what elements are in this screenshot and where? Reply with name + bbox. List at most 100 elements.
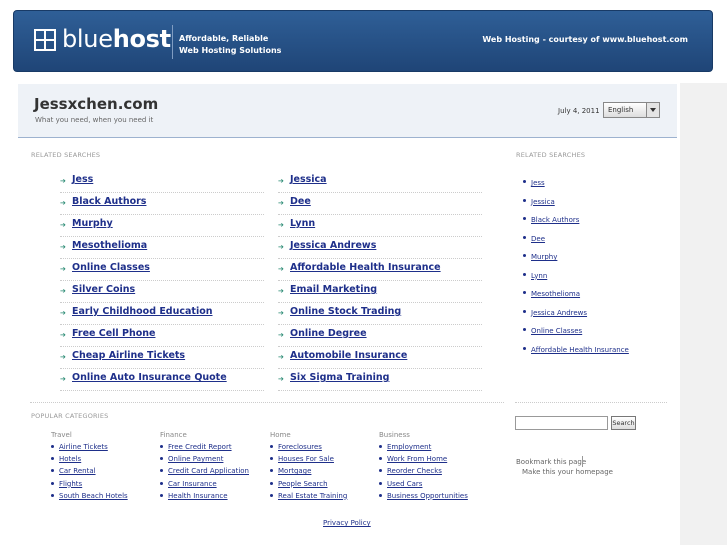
category-link-label: Airline Tickets <box>59 443 108 451</box>
related-search-link[interactable]: Early Childhood Education <box>72 306 213 317</box>
sidebar-related-label: Jessica <box>531 197 555 206</box>
search-input[interactable] <box>515 416 608 430</box>
related-search-item[interactable]: ➔ Mesothelioma <box>60 237 264 259</box>
category-link[interactable]: People Search <box>270 480 328 488</box>
related-search-link[interactable]: Jessica Andrews <box>290 240 376 251</box>
related-search-item[interactable]: ➔ Online Degree <box>278 325 482 347</box>
category-link[interactable]: Free Credit Report <box>160 443 232 451</box>
banner-courtesy-text[interactable]: Web Hosting - courtesy of www.bluehost.c… <box>482 35 688 44</box>
bluehost-banner[interactable]: bluehost Affordable, Reliable Web Hostin… <box>13 10 713 72</box>
category-link[interactable]: Work From Home <box>379 455 447 463</box>
sidebar-related-link[interactable]: Jess <box>523 179 545 187</box>
sidebar-related-link[interactable]: Lynn <box>523 272 547 280</box>
related-search-link[interactable]: Online Auto Insurance Quote <box>72 372 227 383</box>
related-search-item[interactable]: ➔ Dee <box>278 193 482 215</box>
related-search-item[interactable]: ➔ Black Authors <box>60 193 264 215</box>
arrow-icon: ➔ <box>60 265 66 273</box>
related-search-item[interactable]: ➔ Early Childhood Education <box>60 303 264 325</box>
bullet-icon <box>51 493 54 497</box>
related-search-link[interactable]: Dee <box>290 196 311 207</box>
category-link[interactable]: Flights <box>51 480 82 488</box>
sidebar-related-label: Murphy <box>531 253 558 261</box>
sidebar-related-link[interactable]: Jessica Andrews <box>523 309 587 317</box>
related-search-link[interactable]: Affordable Health Insurance <box>290 262 441 273</box>
tagline-line-2: Web Hosting Solutions <box>179 46 282 55</box>
category-link[interactable]: South Beach Hotels <box>51 492 128 500</box>
related-search-item[interactable]: ➔ Silver Coins <box>60 281 264 303</box>
related-search-link[interactable]: Free Cell Phone <box>72 328 155 339</box>
category-link-label: Health Insurance <box>168 491 228 500</box>
sidebar-related-link[interactable]: Mesothelioma <box>523 290 581 298</box>
sidebar-related-link[interactable]: Online Classes <box>523 327 582 335</box>
arrow-icon: ➔ <box>278 331 284 339</box>
category-heading: Home <box>270 431 291 439</box>
sidebar-related-label: Mesothelioma <box>531 290 581 298</box>
category-link[interactable]: Airline Tickets <box>51 443 108 451</box>
bullet-icon <box>51 457 54 461</box>
category-link[interactable]: Foreclosures <box>270 443 322 451</box>
related-search-link[interactable]: Murphy <box>72 218 113 229</box>
sidebar-related-link[interactable]: Jessica <box>523 197 555 206</box>
arrow-icon: ➔ <box>60 221 66 229</box>
related-search-link[interactable]: Six Sigma Training <box>290 372 389 383</box>
bullet-icon <box>379 493 382 497</box>
related-search-item[interactable]: ➔ Cheap Airline Tickets <box>60 347 264 369</box>
category-link-label: Foreclosures <box>278 443 322 451</box>
sidebar-related-link[interactable]: Black Authors <box>523 216 579 224</box>
related-search-link[interactable]: Jessica <box>290 174 327 185</box>
related-search-item[interactable]: ➔ Online Auto Insurance Quote <box>60 369 264 391</box>
sidebar-related-link[interactable]: Affordable Health Insurance <box>523 346 629 354</box>
language-select[interactable]: English <box>603 102 660 118</box>
category-link[interactable]: Business Opportunities <box>379 492 468 500</box>
search-button[interactable]: Search <box>611 416 636 430</box>
related-search-link[interactable]: Online Stock Trading <box>290 306 401 317</box>
category-link[interactable]: Houses For Sale <box>270 455 334 463</box>
related-search-item[interactable]: ➔ Online Stock Trading <box>278 303 482 325</box>
related-search-item[interactable]: ➔ Six Sigma Training <box>278 369 482 391</box>
category-link[interactable]: Reorder Checks <box>379 467 442 475</box>
category-link[interactable]: Real Estate Training <box>270 492 347 500</box>
category-link[interactable]: Used Cars <box>379 480 422 488</box>
related-search-link[interactable]: Jess <box>72 174 93 185</box>
bullet-icon <box>270 493 273 497</box>
category-link-label: Car Rental <box>59 467 96 476</box>
privacy-policy-link[interactable]: Privacy Policy <box>323 519 371 527</box>
category-link[interactable]: Mortgage <box>270 467 311 475</box>
bullet-icon <box>523 235 526 239</box>
related-search-link[interactable]: Lynn <box>290 218 315 229</box>
related-search-link[interactable]: Black Authors <box>72 196 146 207</box>
related-search-item[interactable]: ➔ Lynn <box>278 215 482 237</box>
related-search-link[interactable]: Silver Coins <box>72 284 135 295</box>
homepage-link[interactable]: Make this your homepage <box>522 468 613 476</box>
related-search-item[interactable]: ➔ Murphy <box>60 215 264 237</box>
related-search-item[interactable]: ➔ Jessica Andrews <box>278 237 482 259</box>
related-search-link[interactable]: Email Marketing <box>290 284 377 295</box>
category-heading: Finance <box>160 431 187 439</box>
category-link[interactable]: Online Payment <box>160 455 223 463</box>
sidebar-related-link[interactable]: Murphy <box>523 253 558 261</box>
related-search-item[interactable]: ➔ Jess <box>60 171 264 193</box>
category-link[interactable]: Car Rental <box>51 467 96 476</box>
related-search-link[interactable]: Automobile Insurance <box>290 350 407 361</box>
related-search-link[interactable]: Cheap Airline Tickets <box>72 350 185 361</box>
sidebar-related-link[interactable]: Dee <box>523 235 545 243</box>
related-search-link[interactable]: Online Degree <box>290 328 367 339</box>
category-link[interactable]: Health Insurance <box>160 491 228 500</box>
related-search-link[interactable]: Mesothelioma <box>72 240 147 251</box>
related-search-link[interactable]: Online Classes <box>72 262 150 273</box>
bullet-icon <box>51 481 54 485</box>
arrow-icon: ➔ <box>278 199 284 207</box>
category-link[interactable]: Credit Card Application <box>160 467 249 475</box>
category-link[interactable]: Employment <box>379 443 431 451</box>
chevron-down-icon[interactable] <box>646 103 659 117</box>
date-text: July 4, 2011 <box>558 107 600 115</box>
related-search-item[interactable]: ➔ Online Classes <box>60 259 264 281</box>
related-search-item[interactable]: ➔ Automobile Insurance <box>278 347 482 369</box>
category-link[interactable]: Hotels <box>51 455 81 463</box>
related-search-item[interactable]: ➔ Free Cell Phone <box>60 325 264 347</box>
related-search-item[interactable]: ➔ Jessica <box>278 171 482 193</box>
category-link[interactable]: Car Insurance <box>160 480 217 488</box>
related-search-item[interactable]: ➔ Affordable Health Insurance <box>278 259 482 281</box>
related-search-item[interactable]: ➔ Email Marketing <box>278 281 482 303</box>
bookmark-link[interactable]: Bookmark this page <box>516 458 586 466</box>
